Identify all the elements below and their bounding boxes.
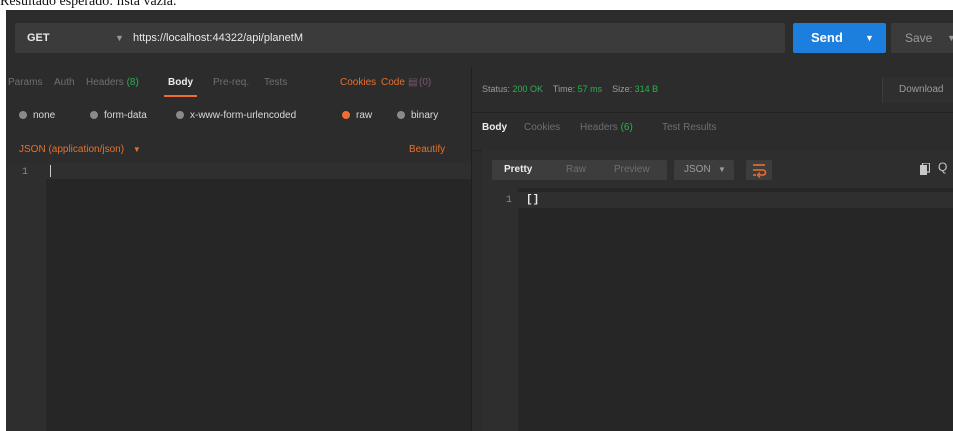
tab-params[interactable]: Params — [8, 68, 42, 98]
body-type-options: none form-data x-www-form-urlencoded raw… — [6, 108, 471, 124]
headers-count-badge: (8) — [126, 77, 139, 88]
response-status-bar: Status: 200 OK Time: 57 ms Size: 314 B — [482, 84, 658, 94]
size-value: 314 B — [634, 84, 659, 94]
content-type-caret-icon: ▼ — [132, 145, 141, 154]
tab-tests[interactable]: Tests — [264, 68, 287, 98]
view-mode-toggle: Pretty Raw Preview — [492, 160, 667, 180]
request-tabs: Params Auth Headers (8) Body Pre-req. Te… — [6, 68, 471, 98]
response-toolbar: Pretty Raw Preview JSON ▼ Q — [482, 150, 953, 188]
send-button-label: Send — [811, 30, 843, 45]
content-type-label: JSON (application/json) — [19, 144, 125, 155]
radio-none-dot-icon — [19, 111, 27, 119]
view-raw[interactable]: Raw — [566, 160, 586, 180]
caption-text: Resultado esperado: lista vazia. — [0, 0, 177, 9]
radio-urlencoded-label: x-www-form-urlencoded — [190, 110, 297, 121]
cookies-link[interactable]: Cookies — [340, 68, 376, 98]
radio-binary-label: binary — [411, 110, 439, 121]
format-select[interactable]: JSON ▼ — [674, 160, 734, 180]
request-url-bar: GET ▼ https://localhost:44322/api/planet… — [6, 10, 953, 68]
time-label: Time: — [552, 84, 576, 94]
tab-pre-request[interactable]: Pre-req. — [213, 68, 249, 98]
status-divider — [472, 112, 953, 113]
tab-body[interactable]: Body — [164, 68, 197, 98]
response-tabs: Body Cookies Headers (6) Test Results — [472, 114, 953, 142]
tab-response-headers-label: Headers — [580, 122, 618, 133]
search-icon[interactable]: Q — [938, 160, 947, 174]
response-active-line — [518, 192, 953, 208]
save-button[interactable]: Save ▼ — [891, 23, 953, 53]
status-label: Status: — [482, 84, 511, 94]
wrap-lines-icon — [753, 164, 767, 178]
tab-headers[interactable]: Headers (8) — [86, 68, 139, 98]
request-line-gutter — [6, 163, 46, 431]
response-json-content: [] — [526, 194, 540, 206]
comments-count: (0) — [419, 77, 432, 88]
view-pretty[interactable]: Pretty — [504, 160, 532, 180]
size-label: Size: — [612, 84, 633, 94]
beautify-link[interactable]: Beautify — [409, 144, 445, 155]
response-headers-count: (6) — [620, 122, 633, 133]
postman-window: GET ▼ https://localhost:44322/api/planet… — [6, 10, 953, 431]
send-options-caret-icon[interactable]: ▼ — [865, 23, 874, 53]
tab-test-results[interactable]: Test Results — [662, 114, 716, 142]
download-button[interactable]: Download — [882, 77, 953, 103]
response-body-viewer: Pretty Raw Preview JSON ▼ Q 1 [] — [482, 150, 953, 431]
radio-urlencoded-dot-icon — [176, 111, 184, 119]
time-value: 57 ms — [577, 84, 603, 94]
save-options-caret-icon[interactable]: ▼ — [947, 23, 953, 53]
request-panel: Params Auth Headers (8) Body Pre-req. Te… — [6, 68, 471, 431]
response-panel: Status: 200 OK Time: 57 ms Size: 314 B D… — [472, 68, 953, 431]
method-caret-icon[interactable]: ▼ — [115, 23, 124, 53]
format-caret-icon: ▼ — [718, 165, 726, 174]
url-input-group: GET ▼ https://localhost:44322/api/planet… — [15, 23, 785, 53]
text-cursor — [50, 165, 51, 177]
radio-raw-dot-icon — [342, 111, 350, 119]
radio-none-label: none — [33, 110, 56, 121]
content-type-select[interactable]: JSON (application/json) ▼ — [19, 144, 141, 155]
tab-auth[interactable]: Auth — [54, 68, 75, 98]
radio-binary[interactable]: binary — [397, 108, 438, 124]
method-select[interactable]: GET — [27, 23, 50, 53]
response-line-gutter — [482, 188, 518, 431]
radio-form-data-dot-icon — [90, 111, 98, 119]
radio-raw[interactable]: raw — [342, 108, 372, 124]
send-button[interactable]: Send ▼ — [793, 23, 886, 53]
radio-form-data[interactable]: form-data — [90, 108, 147, 124]
tab-response-cookies[interactable]: Cookies — [524, 114, 560, 142]
radio-binary-dot-icon — [397, 111, 405, 119]
save-button-label: Save — [905, 31, 933, 45]
view-preview[interactable]: Preview — [614, 160, 650, 180]
copy-icon[interactable] — [920, 163, 930, 175]
request-body-editor[interactable]: 1 — [6, 163, 471, 431]
download-button-label: Download — [899, 84, 944, 95]
radio-raw-label: raw — [356, 110, 373, 121]
code-link[interactable]: Code — [381, 68, 405, 98]
tab-headers-label: Headers — [86, 77, 124, 88]
comments-icon[interactable]: ▤ — [408, 68, 417, 98]
radio-urlencoded[interactable]: x-www-form-urlencoded — [176, 108, 296, 124]
radio-none[interactable]: none — [19, 108, 55, 124]
tab-response-body[interactable]: Body — [482, 114, 507, 142]
status-value: 200 OK — [512, 84, 544, 94]
tab-response-headers[interactable]: Headers (6) — [580, 114, 633, 142]
request-line-number: 1 — [22, 167, 29, 178]
response-line-number: 1 — [506, 195, 513, 206]
url-input[interactable]: https://localhost:44322/api/planetM — [133, 23, 303, 53]
request-active-line — [46, 163, 471, 179]
format-label: JSON — [684, 164, 711, 175]
radio-form-data-label: form-data — [104, 110, 147, 121]
wrap-lines-button[interactable] — [746, 160, 772, 180]
